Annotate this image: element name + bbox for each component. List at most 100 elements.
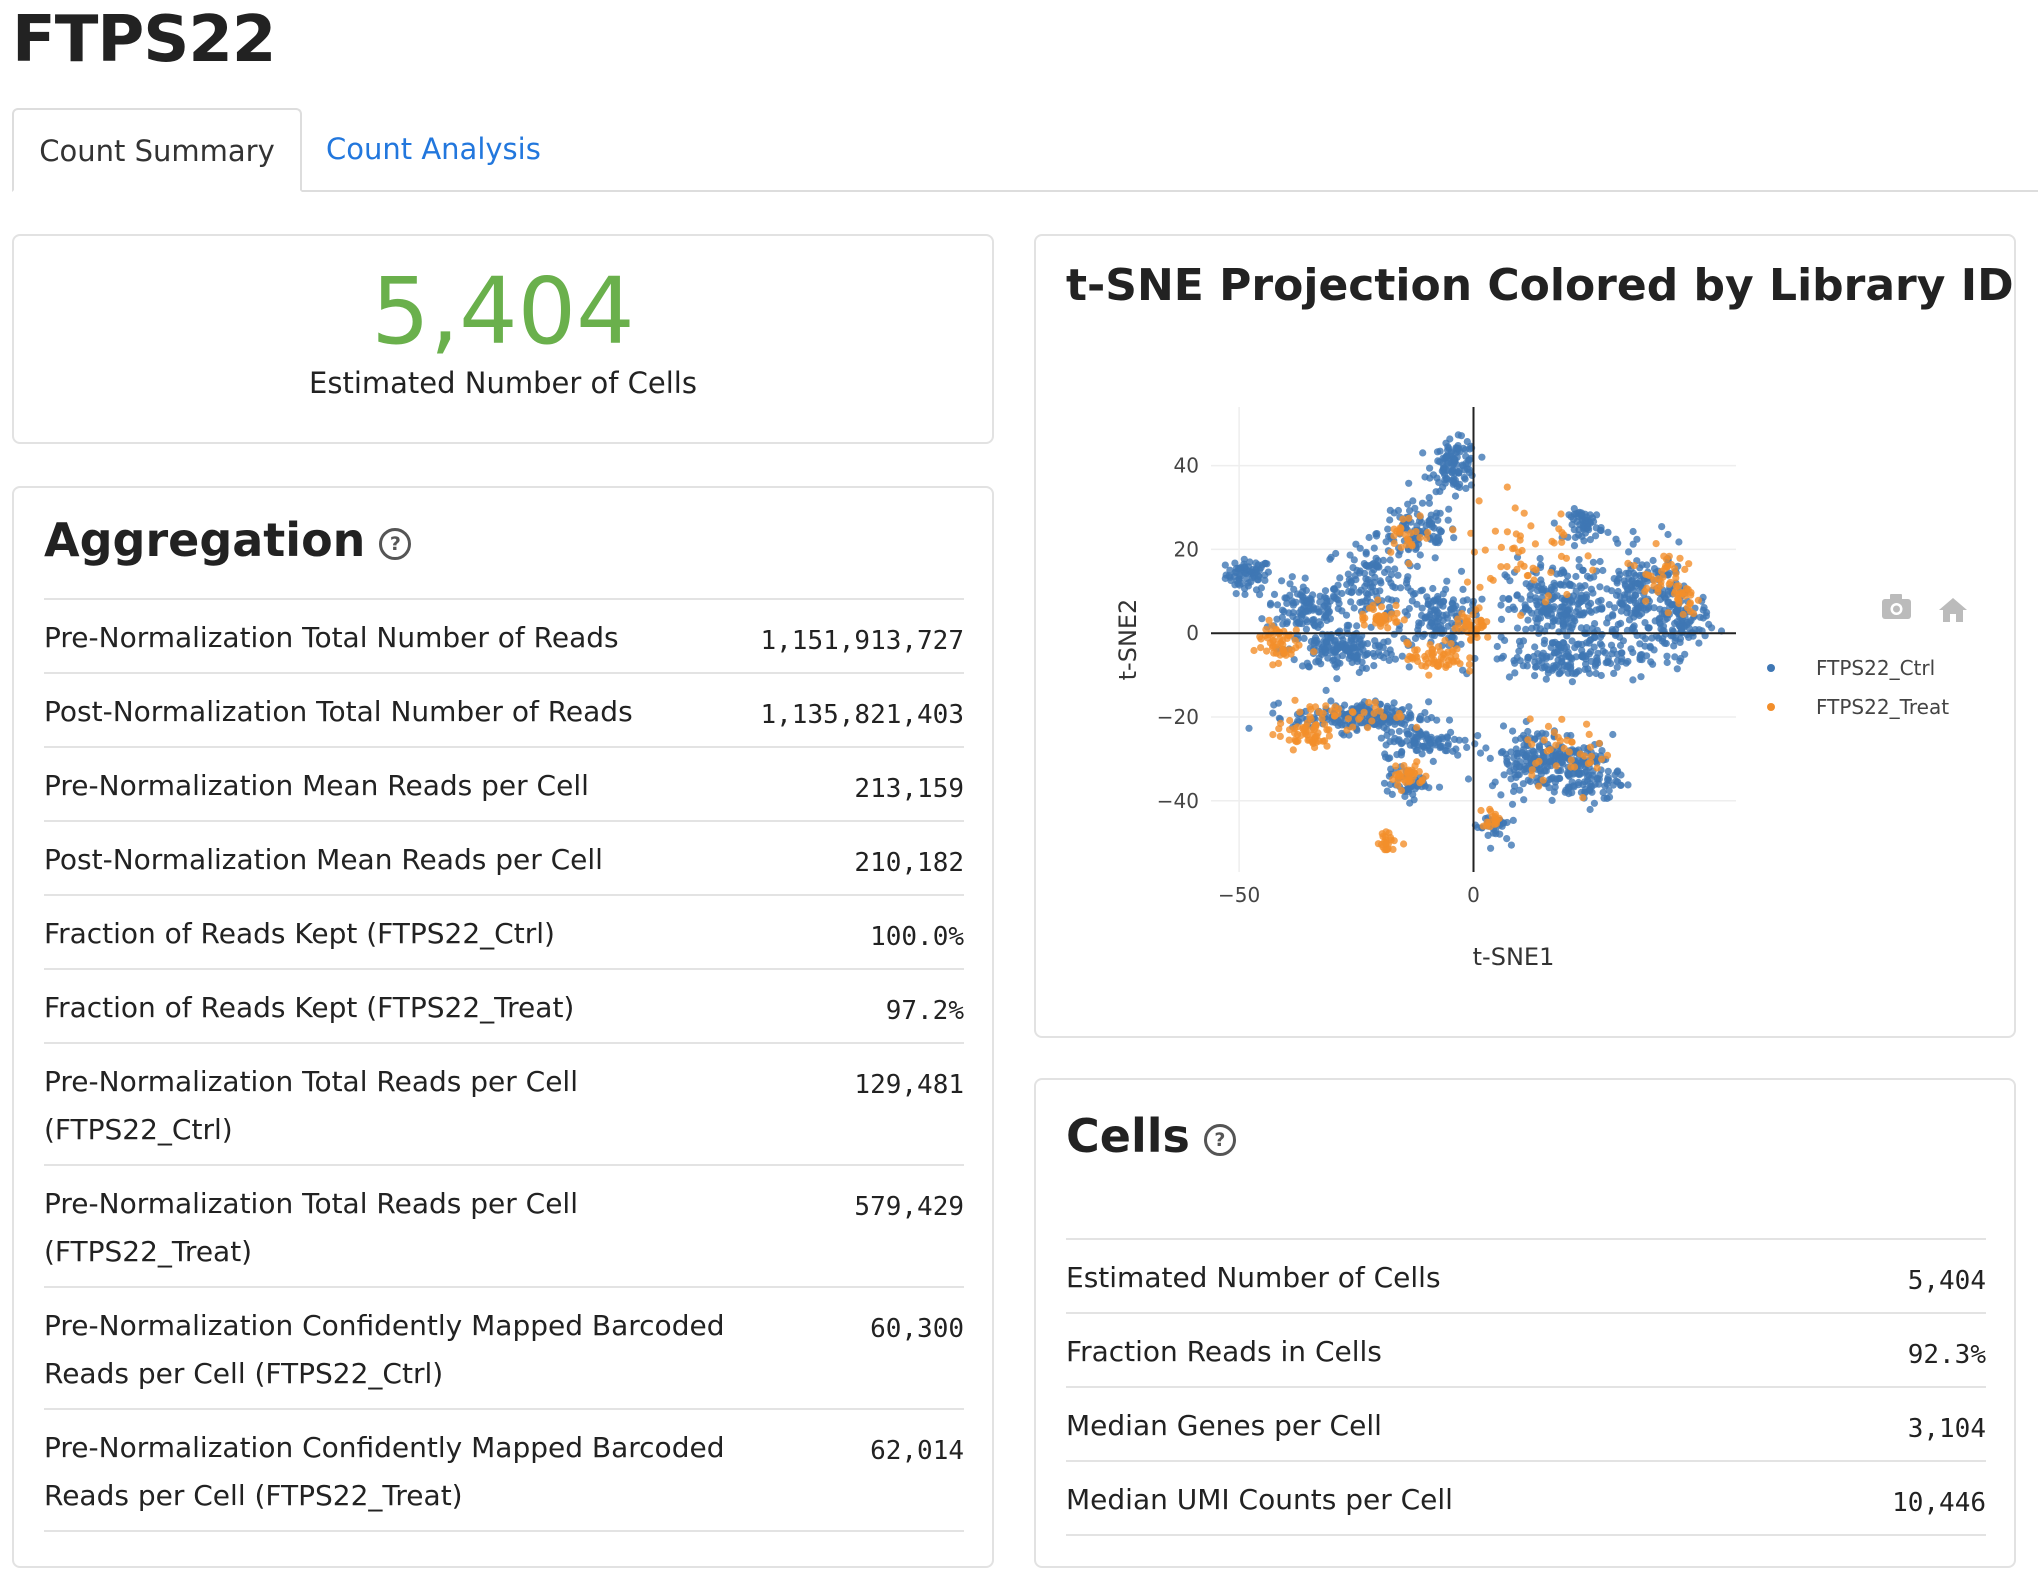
scatter-point (1452, 652, 1460, 660)
scatter-point (1497, 563, 1505, 571)
cells-table: Estimated Number of Cells 5,404 Fraction R… (1066, 1238, 1986, 1536)
scatter-point (1607, 641, 1616, 649)
scatter-point (1542, 675, 1550, 683)
scatter-point (1365, 698, 1373, 707)
scatter-point (1694, 596, 1702, 604)
scatter-point (1540, 736, 1548, 744)
camera-icon[interactable] (1882, 594, 1911, 619)
scatter-point (1654, 588, 1662, 596)
legend-item[interactable]: FTPS22_Ctrl (1816, 656, 1935, 680)
scatter-point (1484, 633, 1492, 641)
scatter-point (1599, 647, 1607, 655)
metric-label: Post-Normalization Mean Reads per Cell (44, 822, 603, 884)
scatter-point (1507, 841, 1515, 849)
tsne-chart[interactable]: 40200−20−40−50 0t-SNE1t-SNE2 FTPS22_CtrlF… (1036, 336, 2014, 1026)
scatter-point (1427, 607, 1435, 615)
scatter-point (1465, 469, 1473, 477)
scatter-point (1529, 564, 1537, 572)
scatter-point (1555, 642, 1563, 650)
scatter-point (1436, 458, 1444, 466)
scatter-point (1405, 703, 1413, 711)
home-icon[interactable] (1939, 598, 1967, 622)
scatter-point (1497, 615, 1506, 623)
scatter-point (1571, 644, 1579, 652)
scatter-point (1353, 622, 1361, 630)
scatter-point (1434, 516, 1442, 524)
scatter-point (1401, 608, 1409, 616)
scatter-point (1476, 749, 1485, 757)
scatter-point (1321, 587, 1330, 595)
scatter-point (1586, 805, 1594, 814)
metric-label: Pre-Normalization Mean Reads per Cell (44, 748, 589, 810)
scatter-point (1444, 443, 1452, 451)
scatter-point (1267, 599, 1275, 607)
scatter-point (1266, 639, 1274, 647)
scatter-point (1527, 522, 1535, 530)
scatter-point (1356, 598, 1364, 607)
scatter-point (1244, 582, 1252, 590)
tab-count-summary[interactable]: Count Summary (12, 108, 302, 192)
scatter-point (1426, 745, 1434, 753)
scatter-point (1425, 698, 1433, 706)
scatter-point (1285, 736, 1293, 744)
metric-value: 1,135,821,403 (760, 700, 965, 730)
scatter-point (1644, 624, 1652, 632)
scatter-point (1395, 551, 1403, 559)
scatter-point (1658, 567, 1666, 575)
aggregation-card: Aggregation? Pre-Normalization Total Num… (12, 486, 994, 1568)
question-circle-icon[interactable]: ? (1203, 1123, 1236, 1156)
legend-item[interactable]: FTPS22_Treat (1816, 695, 1949, 719)
scatter-point (1487, 844, 1495, 852)
scatter-point (1705, 620, 1713, 628)
scatter-point (1483, 818, 1491, 826)
scatter-point (1358, 664, 1366, 672)
scatter-point (1624, 559, 1632, 567)
scatter-point (1549, 614, 1557, 623)
scatter-point (1387, 548, 1395, 556)
scatter-point (1563, 590, 1571, 599)
scatter-point (1418, 750, 1426, 758)
scatter-point (1657, 625, 1665, 633)
scatter-point (1417, 619, 1425, 627)
scatter-point (1351, 654, 1359, 662)
tab-count-analysis[interactable]: Count Analysis (318, 108, 549, 192)
scatter-point (1513, 749, 1521, 757)
question-circle-icon[interactable]: ? (379, 527, 412, 560)
scatter-point (1547, 583, 1556, 591)
scatter-point (1314, 623, 1322, 631)
scatter-point (1550, 539, 1558, 547)
scatter-point (1450, 475, 1458, 483)
scatter-point (1394, 506, 1402, 515)
scatter-point (1568, 598, 1576, 606)
scatter-point (1627, 645, 1635, 653)
scatter-point (1577, 624, 1585, 632)
scatter-point (1273, 615, 1281, 623)
scatter-point (1610, 669, 1618, 677)
metric-row: Pre-Normalization Confidently Mapped Bar… (44, 1408, 964, 1530)
scatter-point (1662, 555, 1671, 563)
scatter-point (1444, 516, 1452, 524)
scatter-point (1436, 447, 1444, 455)
scatter-point (1595, 775, 1603, 783)
scatter-point (1549, 774, 1557, 782)
scatter-point (1558, 715, 1566, 723)
scatter-point (1269, 661, 1277, 669)
scatter-point (1613, 663, 1621, 671)
scatter-point (1539, 607, 1547, 615)
scatter-point (1466, 445, 1474, 453)
y-tick-label: 0 (1186, 621, 1199, 645)
scatter-point (1520, 796, 1528, 804)
scatter-point (1520, 562, 1528, 570)
scatter-point (1483, 618, 1491, 626)
scatter-point (1501, 571, 1509, 579)
scatter-point (1593, 764, 1601, 772)
scatter-point (1476, 583, 1484, 591)
scatter-point (1481, 546, 1489, 554)
scatter-point (1541, 767, 1549, 775)
scatter-point (1543, 652, 1551, 660)
scatter-point (1442, 453, 1450, 461)
scatter-point (1609, 612, 1617, 620)
scatter-point (1598, 755, 1606, 763)
chart-legend[interactable]: FTPS22_Ctrl FTPS22_Treat (1767, 656, 1949, 719)
scatter-point (1365, 604, 1374, 612)
